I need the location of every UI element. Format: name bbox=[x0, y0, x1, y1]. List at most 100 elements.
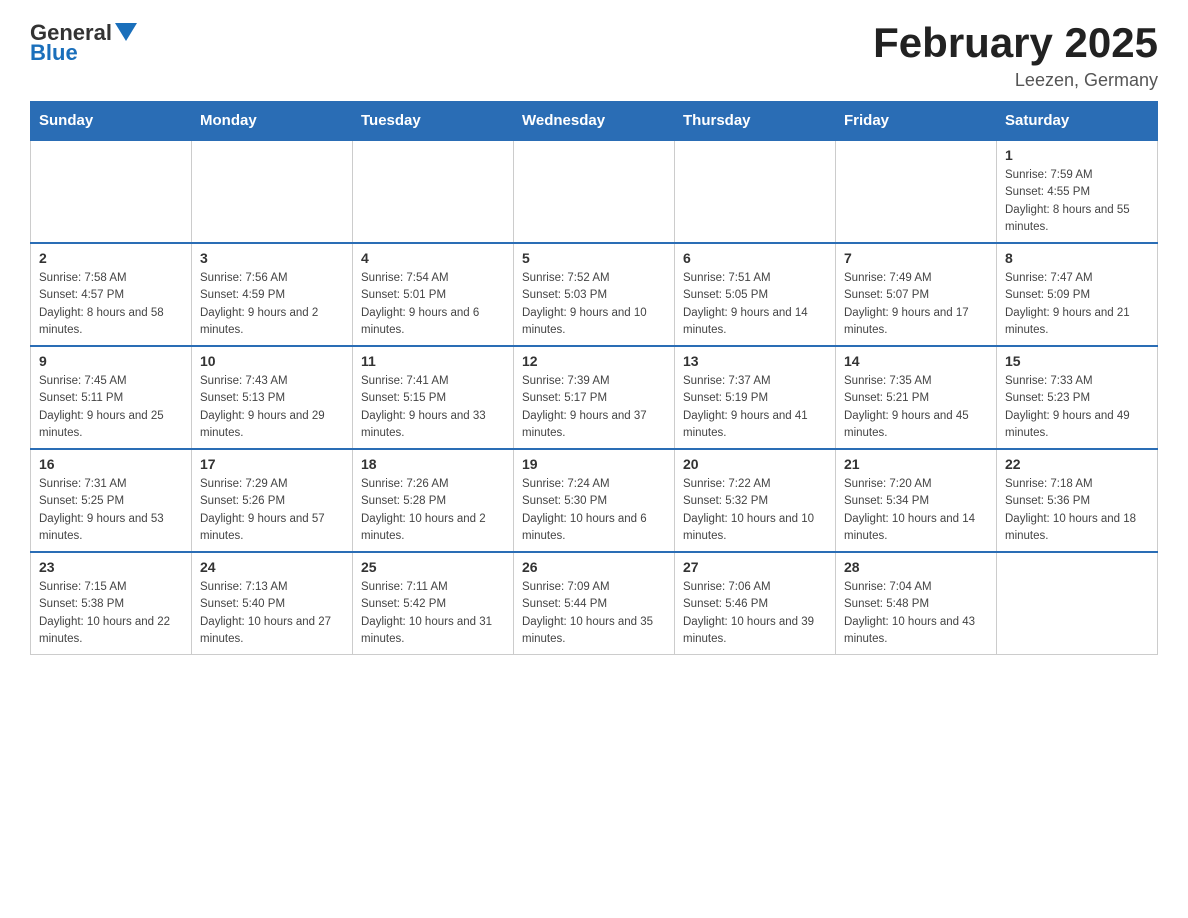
day-of-week-header: Sunday bbox=[31, 102, 192, 141]
day-info: Sunrise: 7:15 AM Sunset: 5:38 PM Dayligh… bbox=[39, 579, 183, 648]
calendar-cell: 28 Sunrise: 7:04 AM Sunset: 5:48 PM Dayli… bbox=[836, 552, 997, 655]
calendar-cell bbox=[675, 140, 836, 243]
day-of-week-header: Tuesday bbox=[353, 102, 514, 141]
day-number: 19 bbox=[522, 456, 666, 472]
day-number: 12 bbox=[522, 353, 666, 369]
day-info: Sunrise: 7:58 AM Sunset: 4:57 PM Dayligh… bbox=[39, 270, 183, 339]
day-number: 11 bbox=[361, 353, 505, 369]
logo: General Blue bbox=[30, 20, 137, 66]
day-number: 7 bbox=[844, 250, 988, 266]
calendar-cell: 4 Sunrise: 7:54 AM Sunset: 5:01 PM Daylig… bbox=[353, 243, 514, 346]
day-number: 28 bbox=[844, 559, 988, 575]
day-number: 26 bbox=[522, 559, 666, 575]
week-row: 9 Sunrise: 7:45 AM Sunset: 5:11 PM Daylig… bbox=[31, 346, 1158, 449]
day-number: 13 bbox=[683, 353, 827, 369]
day-number: 25 bbox=[361, 559, 505, 575]
day-number: 5 bbox=[522, 250, 666, 266]
day-info: Sunrise: 7:24 AM Sunset: 5:30 PM Dayligh… bbox=[522, 476, 666, 545]
day-number: 20 bbox=[683, 456, 827, 472]
logo-blue-text: Blue bbox=[30, 40, 78, 66]
day-info: Sunrise: 7:35 AM Sunset: 5:21 PM Dayligh… bbox=[844, 373, 988, 442]
day-number: 15 bbox=[1005, 353, 1149, 369]
calendar-table: SundayMondayTuesdayWednesdayThursdayFrid… bbox=[30, 101, 1158, 655]
day-of-week-header: Saturday bbox=[997, 102, 1158, 141]
calendar-cell: 23 Sunrise: 7:15 AM Sunset: 5:38 PM Dayli… bbox=[31, 552, 192, 655]
day-number: 6 bbox=[683, 250, 827, 266]
day-of-week-header: Friday bbox=[836, 102, 997, 141]
calendar-cell bbox=[31, 140, 192, 243]
calendar-cell: 13 Sunrise: 7:37 AM Sunset: 5:19 PM Dayli… bbox=[675, 346, 836, 449]
calendar-cell: 14 Sunrise: 7:35 AM Sunset: 5:21 PM Dayli… bbox=[836, 346, 997, 449]
calendar-cell: 26 Sunrise: 7:09 AM Sunset: 5:44 PM Dayli… bbox=[514, 552, 675, 655]
day-number: 16 bbox=[39, 456, 183, 472]
calendar-cell: 2 Sunrise: 7:58 AM Sunset: 4:57 PM Daylig… bbox=[31, 243, 192, 346]
day-info: Sunrise: 7:31 AM Sunset: 5:25 PM Dayligh… bbox=[39, 476, 183, 545]
calendar-cell: 7 Sunrise: 7:49 AM Sunset: 5:07 PM Daylig… bbox=[836, 243, 997, 346]
calendar-cell: 19 Sunrise: 7:24 AM Sunset: 5:30 PM Dayli… bbox=[514, 449, 675, 552]
day-number: 24 bbox=[200, 559, 344, 575]
calendar-cell: 1Sunrise: 7:59 AM Sunset: 4:55 PM Daylig… bbox=[997, 140, 1158, 243]
day-number: 17 bbox=[200, 456, 344, 472]
day-info: Sunrise: 7:22 AM Sunset: 5:32 PM Dayligh… bbox=[683, 476, 827, 545]
calendar-cell bbox=[192, 140, 353, 243]
logo-triangle-icon bbox=[115, 23, 137, 45]
calendar-cell: 20 Sunrise: 7:22 AM Sunset: 5:32 PM Dayli… bbox=[675, 449, 836, 552]
day-number: 8 bbox=[1005, 250, 1149, 266]
calendar-cell: 6Sunrise: 7:51 AM Sunset: 5:05 PM Daylig… bbox=[675, 243, 836, 346]
day-info: Sunrise: 7:52 AM Sunset: 5:03 PM Dayligh… bbox=[522, 270, 666, 339]
calendar-cell: 22 Sunrise: 7:18 AM Sunset: 5:36 PM Dayli… bbox=[997, 449, 1158, 552]
calendar-cell: 18 Sunrise: 7:26 AM Sunset: 5:28 PM Dayli… bbox=[353, 449, 514, 552]
day-info: Sunrise: 7:56 AM Sunset: 4:59 PM Dayligh… bbox=[200, 270, 344, 339]
calendar-cell: 17 Sunrise: 7:29 AM Sunset: 5:26 PM Dayli… bbox=[192, 449, 353, 552]
calendar-cell bbox=[353, 140, 514, 243]
day-info: Sunrise: 7:04 AM Sunset: 5:48 PM Dayligh… bbox=[844, 579, 988, 648]
day-info: Sunrise: 7:49 AM Sunset: 5:07 PM Dayligh… bbox=[844, 270, 988, 339]
day-info: Sunrise: 7:20 AM Sunset: 5:34 PM Dayligh… bbox=[844, 476, 988, 545]
calendar-cell: 15Sunrise: 7:33 AM Sunset: 5:23 PM Dayli… bbox=[997, 346, 1158, 449]
calendar-cell bbox=[514, 140, 675, 243]
calendar-cell: 8 Sunrise: 7:47 AM Sunset: 5:09 PM Daylig… bbox=[997, 243, 1158, 346]
day-info: Sunrise: 7:41 AM Sunset: 5:15 PM Dayligh… bbox=[361, 373, 505, 442]
day-number: 14 bbox=[844, 353, 988, 369]
day-info: Sunrise: 7:37 AM Sunset: 5:19 PM Dayligh… bbox=[683, 373, 827, 442]
week-row: 23 Sunrise: 7:15 AM Sunset: 5:38 PM Dayli… bbox=[31, 552, 1158, 655]
day-info: Sunrise: 7:09 AM Sunset: 5:44 PM Dayligh… bbox=[522, 579, 666, 648]
calendar-cell: 27Sunrise: 7:06 AM Sunset: 5:46 PM Dayli… bbox=[675, 552, 836, 655]
day-info: Sunrise: 7:39 AM Sunset: 5:17 PM Dayligh… bbox=[522, 373, 666, 442]
calendar-header-row: SundayMondayTuesdayWednesdayThursdayFrid… bbox=[31, 102, 1158, 141]
calendar-cell: 25 Sunrise: 7:11 AM Sunset: 5:42 PM Dayli… bbox=[353, 552, 514, 655]
calendar-cell: 11 Sunrise: 7:41 AM Sunset: 5:15 PM Dayli… bbox=[353, 346, 514, 449]
day-number: 10 bbox=[200, 353, 344, 369]
week-row: 2 Sunrise: 7:58 AM Sunset: 4:57 PM Daylig… bbox=[31, 243, 1158, 346]
day-info: Sunrise: 7:43 AM Sunset: 5:13 PM Dayligh… bbox=[200, 373, 344, 442]
day-of-week-header: Thursday bbox=[675, 102, 836, 141]
page-header: General Blue February 2025 Leezen, Germa… bbox=[30, 20, 1158, 91]
calendar-cell bbox=[836, 140, 997, 243]
day-number: 4 bbox=[361, 250, 505, 266]
week-row: 1Sunrise: 7:59 AM Sunset: 4:55 PM Daylig… bbox=[31, 140, 1158, 243]
calendar-cell: 21 Sunrise: 7:20 AM Sunset: 5:34 PM Dayli… bbox=[836, 449, 997, 552]
calendar-cell: 10 Sunrise: 7:43 AM Sunset: 5:13 PM Dayli… bbox=[192, 346, 353, 449]
calendar-cell: 12 Sunrise: 7:39 AM Sunset: 5:17 PM Dayli… bbox=[514, 346, 675, 449]
day-number: 23 bbox=[39, 559, 183, 575]
day-number: 9 bbox=[39, 353, 183, 369]
day-number: 18 bbox=[361, 456, 505, 472]
day-number: 2 bbox=[39, 250, 183, 266]
day-info: Sunrise: 7:18 AM Sunset: 5:36 PM Dayligh… bbox=[1005, 476, 1149, 545]
day-info: Sunrise: 7:47 AM Sunset: 5:09 PM Dayligh… bbox=[1005, 270, 1149, 339]
day-info: Sunrise: 7:13 AM Sunset: 5:40 PM Dayligh… bbox=[200, 579, 344, 648]
week-row: 16 Sunrise: 7:31 AM Sunset: 5:25 PM Dayli… bbox=[31, 449, 1158, 552]
day-info: Sunrise: 7:45 AM Sunset: 5:11 PM Dayligh… bbox=[39, 373, 183, 442]
day-info: Sunrise: 7:29 AM Sunset: 5:26 PM Dayligh… bbox=[200, 476, 344, 545]
day-info: Sunrise: 7:26 AM Sunset: 5:28 PM Dayligh… bbox=[361, 476, 505, 545]
day-info: Sunrise: 7:54 AM Sunset: 5:01 PM Dayligh… bbox=[361, 270, 505, 339]
calendar-cell: 16 Sunrise: 7:31 AM Sunset: 5:25 PM Dayli… bbox=[31, 449, 192, 552]
location: Leezen, Germany bbox=[873, 70, 1158, 91]
day-info: Sunrise: 7:06 AM Sunset: 5:46 PM Dayligh… bbox=[683, 579, 827, 648]
day-number: 22 bbox=[1005, 456, 1149, 472]
day-number: 21 bbox=[844, 456, 988, 472]
month-title: February 2025 bbox=[873, 20, 1158, 66]
calendar-cell: 3Sunrise: 7:56 AM Sunset: 4:59 PM Daylig… bbox=[192, 243, 353, 346]
day-info: Sunrise: 7:11 AM Sunset: 5:42 PM Dayligh… bbox=[361, 579, 505, 648]
title-section: February 2025 Leezen, Germany bbox=[873, 20, 1158, 91]
